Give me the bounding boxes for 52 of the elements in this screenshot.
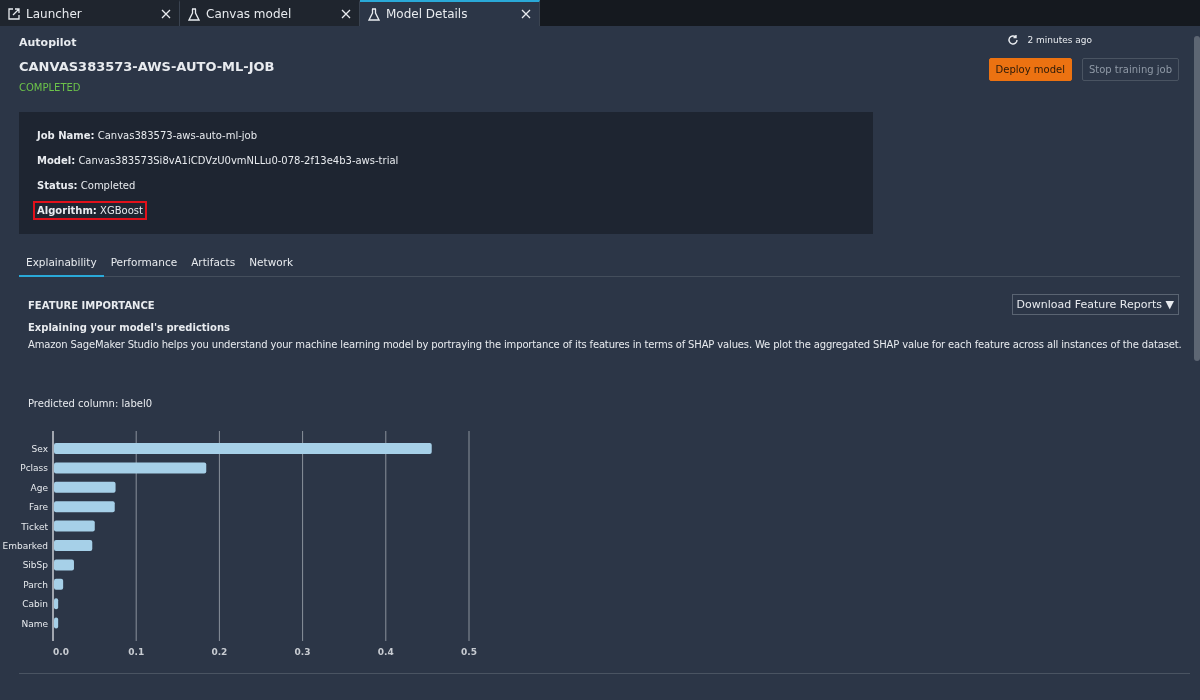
importance-bar bbox=[54, 501, 115, 513]
category-label: Name bbox=[21, 618, 48, 629]
category-label: Pclass bbox=[20, 463, 48, 474]
action-button[interactable]: Deploy model bbox=[988, 58, 1072, 81]
subheading: Explaining your model's predictions bbox=[28, 322, 231, 333]
section-tab[interactable]: Explainability bbox=[19, 251, 104, 277]
importance-bar bbox=[54, 481, 116, 493]
close-icon[interactable] bbox=[161, 9, 171, 19]
predicted-column: Predicted column: label0 bbox=[28, 398, 1180, 409]
category-label: SibSp bbox=[22, 560, 48, 571]
editor-tab[interactable]: Launcher bbox=[0, 0, 180, 26]
category-label: Sex bbox=[31, 444, 48, 454]
category-label: Cabin bbox=[22, 599, 48, 610]
section-tab[interactable]: Artifacts bbox=[184, 251, 243, 277]
section-tab[interactable]: Network bbox=[242, 251, 301, 277]
close-icon[interactable] bbox=[341, 9, 351, 19]
detail-line: Job Name: Canvas383573-aws-auto-ml-job bbox=[35, 129, 259, 143]
tick-label: 0.4 bbox=[377, 647, 394, 657]
importance-bar bbox=[54, 598, 59, 610]
importance-bar bbox=[54, 540, 93, 551]
importance-bar bbox=[54, 617, 59, 629]
detail-line: Model: Canvas383573Si8vA1iCDVzU0vmNLLu0-078-2f13e4b3-aws-trial bbox=[36, 154, 400, 168]
updated-time: 2 minutes ago bbox=[1027, 35, 1092, 45]
category-label: Parch bbox=[23, 579, 48, 590]
category-label: Embarked bbox=[2, 541, 48, 551]
close-icon[interactable] bbox=[521, 9, 531, 19]
scrollbar[interactable] bbox=[1194, 36, 1200, 361]
job-title: CANVAS383573-AWS-AUTO-ML-JOB bbox=[19, 59, 275, 74]
tick-label: 0.3 bbox=[294, 647, 311, 657]
refresh-icon[interactable] bbox=[1007, 34, 1020, 46]
category-label: Ticket bbox=[21, 521, 48, 532]
tick-label: 0.2 bbox=[211, 647, 228, 657]
description: Amazon SageMaker Studio helps you understand your machine learning model by portraying the importance of its features in terms of SHAP values. We plot the aggregated SHAP value for each feature across all instances of the dataset. bbox=[28, 339, 1180, 350]
flask-icon bbox=[188, 7, 200, 21]
section-tab[interactable]: Performance bbox=[103, 251, 185, 277]
importance-bar bbox=[54, 578, 64, 590]
tick-label: 0.1 bbox=[128, 647, 145, 657]
tick-label: 0.0 bbox=[53, 647, 69, 657]
flask-icon bbox=[368, 7, 380, 21]
download-dropdown[interactable]: Download Feature Reports ▼ bbox=[1011, 294, 1179, 315]
category-label: Fare bbox=[29, 502, 48, 513]
section-heading: FEATURE IMPORTANCE bbox=[28, 300, 155, 311]
status-text: COMPLETED bbox=[19, 82, 82, 93]
importance-bar bbox=[54, 559, 74, 571]
launch-icon bbox=[8, 8, 20, 20]
editor-tab[interactable]: Canvas model bbox=[180, 0, 360, 26]
breadcrumb: Autopilot bbox=[19, 36, 78, 49]
importance-bar bbox=[54, 520, 95, 532]
category-label: Age bbox=[30, 482, 48, 493]
tick-label: 0.5 bbox=[461, 647, 477, 657]
detail-line: Status: Completed bbox=[36, 179, 137, 193]
editor-tab[interactable]: Model Details bbox=[360, 0, 540, 26]
